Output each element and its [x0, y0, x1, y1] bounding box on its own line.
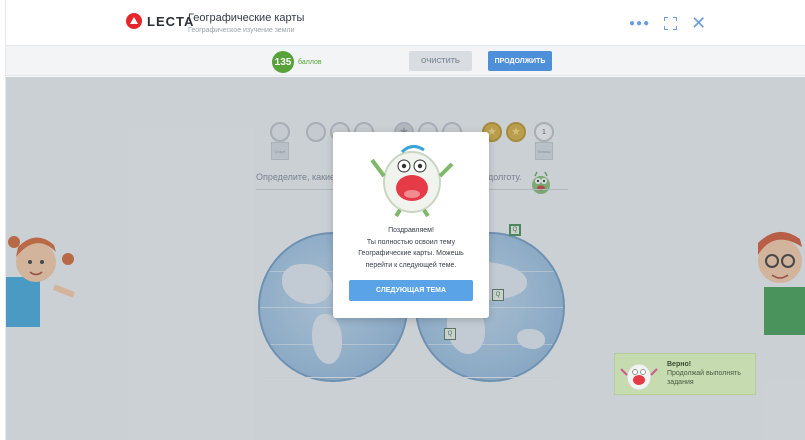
dialog-line: Ты полностью освоил тему	[366, 238, 456, 246]
dialog-line: Поздравляем!	[388, 227, 434, 234]
toolbar: 135 баллов ОЧИСТИТЬ ПРОДОЛЖИТЬ	[6, 46, 805, 76]
completion-dialog: Поздравляем! Ты полностью освоил тему Ге…	[333, 132, 489, 318]
score: 135 баллов	[272, 51, 322, 73]
header: LECTA Географические карты Географическо…	[6, 0, 805, 46]
more-dots-icon[interactable]: ●●●	[629, 18, 650, 29]
score-badge: 135	[272, 51, 294, 73]
dialog-line: Географические карты. Можешь	[358, 250, 464, 257]
expand-icon[interactable]	[664, 16, 678, 30]
app-frame: LECTA Географические карты Географическо…	[5, 0, 805, 440]
lecta-logo-icon	[126, 13, 142, 29]
toast-monster-illustration	[620, 363, 658, 391]
feedback-toast: Верно! Продолжай выполнять задания	[614, 353, 756, 395]
page-title: Географические карты	[188, 12, 305, 24]
clear-button[interactable]: ОЧИСТИТЬ	[409, 51, 472, 71]
next-topic-button[interactable]: СЛЕДУЮЩАЯ ТЕМА	[349, 280, 473, 301]
monster-mascot-illustration	[370, 145, 454, 218]
dialog-message: Поздравляем! Ты полностью освоил тему Ге…	[343, 225, 479, 271]
header-actions: ●●● ✕	[629, 14, 706, 32]
header-titles: Географические карты Географическое изуч…	[188, 12, 304, 34]
score-label: баллов	[298, 58, 322, 66]
close-icon[interactable]: ✕	[691, 14, 706, 32]
dialog-line: перейти к следующей теме.	[365, 261, 457, 269]
lecta-logo[interactable]: LECTA	[126, 13, 194, 29]
toast-text: Продолжай выполнять задания	[667, 370, 741, 386]
continue-button[interactable]: ПРОДОЛЖИТЬ	[488, 51, 552, 71]
page-subtitle: Географическое изучение земли	[188, 27, 295, 34]
toast-title: Верно!	[667, 361, 692, 368]
